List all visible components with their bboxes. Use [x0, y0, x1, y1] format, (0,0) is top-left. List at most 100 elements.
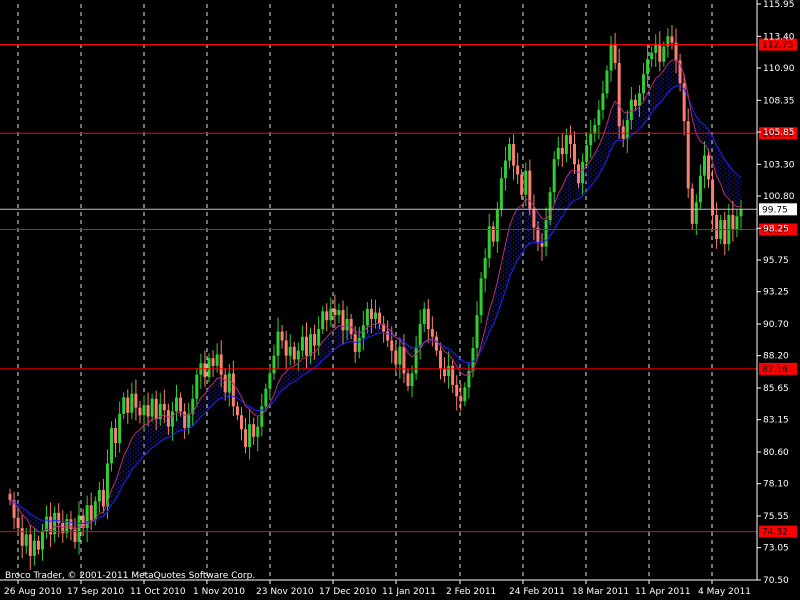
candle-body [491, 226, 495, 242]
candle-body [686, 121, 690, 189]
candle-body [24, 534, 28, 546]
level-label: 74.32 [762, 528, 788, 538]
candle-body [581, 161, 585, 184]
candle-body [244, 429, 248, 447]
candle-body [390, 340, 394, 351]
candle-body [296, 350, 300, 360]
candle-body [166, 410, 170, 427]
candle-body [300, 336, 304, 351]
candle-body [410, 373, 414, 387]
candle-body [329, 308, 333, 321]
candle-body [195, 374, 199, 399]
ma-cloud [10, 60, 741, 532]
candle-body [426, 308, 430, 330]
candle-body [378, 312, 382, 324]
y-tick-label: 80.60 [763, 448, 789, 458]
candle-body [365, 308, 369, 326]
y-tick-label: 115.95 [763, 0, 795, 10]
candle-body [617, 62, 621, 127]
candle-body [272, 355, 276, 374]
candle-body [593, 125, 597, 134]
candle-body [252, 424, 256, 437]
x-tick-label: 24 Feb 2011 [509, 587, 565, 597]
candle-body [528, 170, 532, 209]
candle-body [126, 397, 130, 413]
y-tick-label: 105.85 [763, 128, 795, 138]
candle-body [313, 334, 317, 346]
candle-body [443, 368, 447, 376]
x-tick-label: 1 Nov 2010 [193, 587, 245, 597]
y-tick-label: 113.40 [763, 32, 795, 42]
candle-body [353, 334, 357, 352]
x-tick-label: 11 Jan 2011 [382, 587, 436, 597]
candle-body [483, 258, 487, 279]
candle-body [183, 411, 187, 428]
candle-body [503, 160, 507, 179]
candle-body [434, 336, 438, 351]
candle-body [516, 165, 520, 175]
candle-body [438, 350, 442, 369]
candle-body [406, 373, 410, 387]
candle-body [597, 109, 601, 126]
candle-body [589, 133, 593, 146]
candle-body [32, 540, 36, 556]
candle-body [524, 170, 528, 195]
x-tick-label: 26 Aug 2010 [4, 587, 62, 597]
candle-body [402, 346, 406, 374]
candle-body [601, 93, 605, 110]
y-tick-label: 98.25 [763, 224, 789, 234]
candle-body [130, 393, 134, 413]
candle-body [605, 70, 609, 94]
candle-body [544, 220, 548, 247]
level-label: 87.16 [762, 365, 788, 375]
candle-body [394, 350, 398, 365]
y-tick-label: 103.30 [763, 160, 795, 170]
candle-body [264, 388, 268, 407]
candle-body [735, 216, 739, 229]
candle-body [556, 147, 560, 160]
candle-body [235, 406, 239, 416]
candle-body [475, 315, 479, 349]
x-tick-label: 17 Sep 2010 [67, 587, 124, 597]
candle-body [288, 346, 292, 356]
candle-body [463, 387, 467, 402]
y-tick-label: 85.65 [763, 384, 789, 394]
candle-body [374, 312, 377, 319]
candle-body [341, 310, 345, 331]
y-tick-label: 83.15 [763, 416, 789, 426]
candle-body [239, 415, 243, 430]
y-tick-label: 108.35 [763, 96, 795, 106]
candle-body [621, 126, 625, 139]
candle-body [642, 74, 646, 94]
candle-body [118, 413, 122, 444]
candle-body [28, 534, 32, 556]
candle-body [430, 329, 434, 337]
candle-body [325, 311, 329, 321]
candle-body [304, 336, 308, 356]
candle-body [114, 427, 118, 444]
candle-body [532, 208, 536, 228]
candle-body [637, 93, 641, 107]
candle-body [134, 393, 138, 408]
candle-body [487, 226, 491, 259]
candle-body [702, 155, 706, 176]
candle-body [662, 46, 666, 62]
candle-body [179, 397, 183, 412]
y-tick-label: 70.50 [763, 576, 789, 586]
y-tick-label: 73.05 [763, 544, 789, 554]
candle-body [89, 505, 93, 521]
candle-body [418, 324, 422, 347]
candle-body [175, 397, 179, 412]
candle-body [207, 358, 211, 378]
candle-body [203, 363, 207, 378]
y-tick-label: 88.20 [763, 352, 789, 362]
y-tick-label: 75.55 [763, 512, 789, 522]
candle-body [447, 365, 451, 376]
candle-body [122, 397, 126, 414]
candle-body [694, 202, 698, 224]
candle-body [508, 144, 512, 161]
candle-body [613, 43, 617, 63]
candle-body [609, 43, 613, 71]
candle-body [698, 175, 702, 203]
candle-body [154, 398, 158, 420]
